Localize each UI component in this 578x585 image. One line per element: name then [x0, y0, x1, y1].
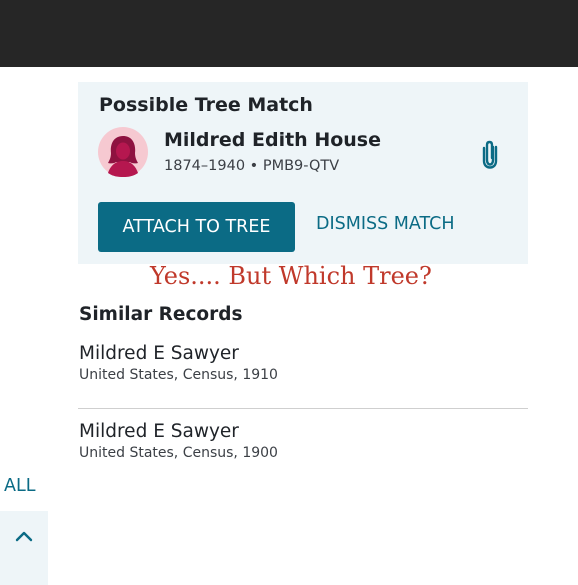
match-person-name[interactable]: Mildred Edith House — [164, 129, 381, 151]
top-header-bar — [0, 0, 578, 67]
record-name[interactable]: Mildred E Sawyer — [79, 421, 528, 442]
dismiss-match-button[interactable]: DISMISS MATCH — [316, 214, 455, 234]
female-avatar-icon — [98, 127, 148, 177]
match-person-meta: 1874–1940 • PMB9-QTV — [164, 158, 340, 174]
scroll-to-top-button[interactable] — [0, 511, 48, 585]
similar-record-item[interactable]: Mildred E Sawyer United States, Census, … — [79, 343, 528, 383]
record-name[interactable]: Mildred E Sawyer — [79, 343, 528, 364]
handwritten-annotation: Yes.... But Which Tree? — [150, 262, 432, 290]
attach-to-tree-button[interactable]: ATTACH TO TREE — [98, 202, 295, 252]
card-title: Possible Tree Match — [99, 94, 313, 116]
record-source: United States, Census, 1900 — [79, 445, 278, 461]
possible-tree-match-card: Possible Tree Match Mildred Edith House … — [78, 82, 528, 264]
record-source: United States, Census, 1910 — [79, 367, 278, 383]
all-link[interactable]: ALL — [4, 476, 35, 496]
chevron-up-icon — [15, 531, 33, 542]
paperclip-icon[interactable] — [480, 139, 500, 169]
record-divider — [78, 408, 528, 409]
similar-record-item[interactable]: Mildred E Sawyer United States, Census, … — [79, 421, 528, 461]
similar-records-heading: Similar Records — [79, 304, 243, 325]
